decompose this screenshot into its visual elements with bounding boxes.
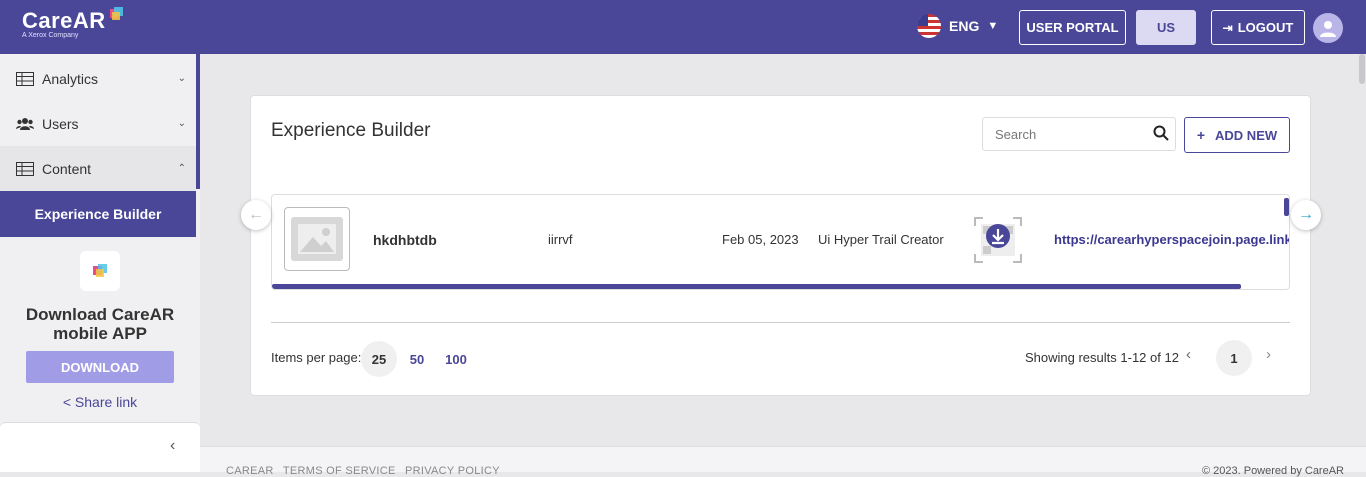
- current-page[interactable]: 1: [1216, 340, 1252, 376]
- table-icon: [16, 71, 34, 86]
- arrow-right-icon[interactable]: →: [1291, 200, 1321, 230]
- logo-text: CareAR: [22, 8, 106, 33]
- table-icon: [16, 161, 34, 176]
- sidebar-item-experience-builder[interactable]: Experience Builder: [0, 191, 196, 237]
- footer-link-privacy[interactable]: PRIVACY POLICY: [405, 465, 500, 477]
- sidebar-item-label: Analytics: [42, 70, 99, 87]
- language-selector[interactable]: ENG ▼: [917, 14, 998, 38]
- page-title: Experience Builder: [271, 120, 431, 141]
- avatar[interactable]: [1313, 13, 1343, 43]
- plus-icon: +: [1196, 127, 1206, 143]
- copyright: © 2023. Powered by CareAR: [1201, 465, 1344, 477]
- logout-icon: ⇥: [1222, 20, 1233, 35]
- add-new-label: ADD NEW: [1215, 127, 1278, 143]
- logout-label: LOGOUT: [1237, 20, 1294, 35]
- experience-description: iirrvf: [548, 232, 573, 247]
- app-icon: [80, 251, 120, 291]
- footer: CAREAR TERMS OF SERVICE PRIVACY POLICY ©…: [200, 446, 1366, 477]
- sidebar-scrollbar[interactable]: [196, 54, 200, 189]
- us-flag-icon: [917, 14, 941, 38]
- share-link-label: Share link: [74, 394, 138, 410]
- arrow-left-icon[interactable]: ←: [241, 200, 271, 230]
- us-button[interactable]: US: [1136, 10, 1196, 45]
- user-icon: [1320, 21, 1336, 37]
- qr-download-icon[interactable]: [973, 216, 1023, 264]
- divider: [271, 322, 1290, 323]
- list-item[interactable]: hkdhbtdb iirrvf Feb 05, 2023 Ui Hyper Tr…: [271, 194, 1290, 290]
- items-per-page-label: Items per page:: [271, 350, 362, 365]
- chevron-up-icon: ⌃: [177, 163, 186, 174]
- footer-link-terms[interactable]: TERMS OF SERVICE: [283, 465, 396, 477]
- vertical-scrollbar[interactable]: [1284, 198, 1289, 216]
- page-scrollbar[interactable]: [1358, 54, 1366, 446]
- sidebar-item-analytics[interactable]: Analytics ⌄: [0, 56, 196, 101]
- results-count: Showing results 1-12 of 12: [1025, 350, 1179, 365]
- experience-date: Feb 05, 2023: [722, 232, 799, 247]
- sidebar: Analytics ⌄ Users ⌄ Content ⌃ Experience…: [0, 54, 200, 472]
- horizontal-scrollbar[interactable]: [272, 284, 1241, 289]
- experience-link[interactable]: https://carearhyperspacejoin.page.link/: [1054, 232, 1289, 247]
- chevron-down-icon: ▼: [987, 20, 999, 32]
- download-app-title: Download CareAR mobile APP: [25, 305, 175, 343]
- footer-links: CAREAR TERMS OF SERVICE PRIVACY POLICY: [226, 465, 506, 477]
- language-label: ENG: [949, 18, 980, 34]
- top-bar: CareAR A Xerox Company ENG ▼ USER PORTAL…: [0, 0, 1366, 54]
- logo-cube-icon: [110, 7, 123, 20]
- chevron-right-icon[interactable]: ›: [1266, 346, 1271, 363]
- users-icon: [16, 117, 34, 131]
- search-placeholder: Search: [995, 126, 1037, 142]
- experience-builder-card: Experience Builder Search + ADD NEW hkdh…: [250, 95, 1311, 396]
- share-icon: <: [62, 394, 72, 410]
- logout-button[interactable]: ⇥ LOGOUT: [1211, 10, 1305, 45]
- items-per-page-100[interactable]: 100: [438, 341, 474, 377]
- share-link[interactable]: < Share link: [0, 394, 200, 410]
- sidebar-collapse[interactable]: ‹: [0, 422, 200, 472]
- experience-name[interactable]: hkdhbtdb: [373, 232, 437, 248]
- chevron-left-icon[interactable]: ‹: [1186, 346, 1191, 363]
- carear-logo[interactable]: CareAR A Xerox Company: [22, 7, 123, 39]
- chevron-down-icon: ⌄: [177, 73, 186, 84]
- sidebar-item-users[interactable]: Users ⌄: [0, 101, 196, 146]
- add-new-button[interactable]: + ADD NEW: [1184, 117, 1290, 153]
- items-per-page-25[interactable]: 25: [361, 341, 397, 377]
- items-per-page-50[interactable]: 50: [399, 341, 435, 377]
- user-portal-button[interactable]: USER PORTAL: [1019, 10, 1126, 45]
- search-input[interactable]: Search: [982, 117, 1176, 151]
- download-button[interactable]: DOWNLOAD: [26, 351, 174, 383]
- sidebar-item-content[interactable]: Content ⌃: [0, 146, 196, 191]
- chevron-left-icon: ‹: [170, 437, 176, 454]
- footer-link-carear[interactable]: CAREAR: [226, 465, 274, 477]
- image-placeholder-icon: [284, 207, 350, 271]
- search-icon[interactable]: [1153, 125, 1169, 141]
- chevron-down-icon: ⌄: [177, 118, 186, 129]
- experience-creator: Ui Hyper Trail Creator: [818, 232, 944, 247]
- sidebar-item-label: Content: [42, 160, 92, 177]
- sidebar-item-label: Users: [42, 115, 79, 132]
